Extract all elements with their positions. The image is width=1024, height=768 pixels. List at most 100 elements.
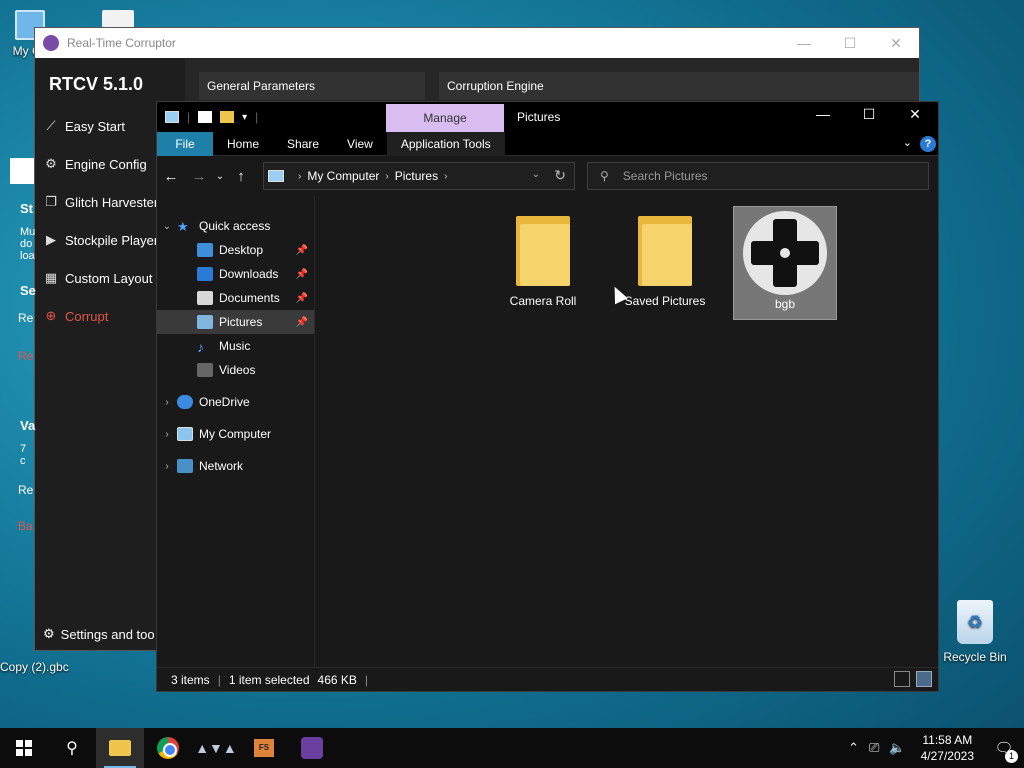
chevron-right-icon[interactable]: ›	[444, 171, 447, 182]
chevron-right-icon[interactable]: ›	[157, 397, 177, 408]
status-item-count: 3 items	[171, 672, 210, 687]
target-icon: ⊕	[45, 308, 57, 323]
separator: |	[255, 110, 259, 124]
start-button[interactable]	[0, 728, 48, 768]
help-icon[interactable]: ?	[920, 136, 936, 152]
rtcv-titlebar[interactable]: Real-Time Corruptor — ☐ ✕	[35, 28, 919, 58]
taskbar-rtcv[interactable]	[288, 728, 336, 768]
chevron-right-icon[interactable]: ›	[385, 171, 388, 182]
chevron-down-icon[interactable]: ⌄	[157, 221, 177, 232]
tab-application-tools[interactable]: Application Tools	[386, 131, 505, 156]
search-box[interactable]: ⚲ Search Pictures	[587, 162, 929, 190]
tree-item-pictures[interactable]: Pictures 📌	[157, 310, 314, 334]
tree-item-onedrive[interactable]: › OneDrive	[157, 390, 314, 414]
file-item-camera-roll[interactable]: Camera Roll	[491, 206, 595, 320]
status-selected: 1 item selected	[228, 672, 310, 687]
pictures-icon	[197, 315, 213, 329]
network-icon[interactable]: ⎚	[864, 740, 884, 756]
panel-corruption-engine: Corruption Engine	[439, 72, 919, 100]
close-button[interactable]: ✕	[892, 106, 938, 123]
recent-locations-button[interactable]: ⌄	[213, 171, 227, 182]
maximize-button[interactable]: ☐	[846, 106, 892, 123]
partial-text: Mu	[20, 226, 36, 238]
address-bar[interactable]: › My Computer › Pictures › ⌄ ↻	[263, 162, 575, 190]
file-item-saved-pictures[interactable]: Saved Pictures	[613, 206, 717, 320]
taskbar-app-triangles[interactable]: ▲▼▲	[192, 728, 240, 768]
documents-icon	[197, 291, 213, 305]
new-folder-icon[interactable]	[220, 111, 235, 123]
pin-icon[interactable]: 📌	[296, 245, 308, 256]
maximize-button[interactable]: ☐	[827, 35, 873, 52]
notifications-button[interactable]: 🗨 1	[984, 739, 1024, 763]
settings-label: Settings and too	[60, 626, 155, 642]
separator: |	[364, 672, 369, 687]
tab-file[interactable]: File	[157, 131, 213, 156]
pin-icon[interactable]: 📌	[296, 317, 308, 328]
desktop-icon-gbc-file[interactable]: Copy (2).gbc	[0, 660, 90, 674]
grid-icon: ▦	[44, 270, 58, 285]
tab-home[interactable]: Home	[213, 132, 273, 156]
taskbar-file-explorer[interactable]	[96, 728, 144, 768]
clock[interactable]: 11:58 AM 4/27/2023	[911, 732, 984, 764]
chevron-right-icon[interactable]: ›	[298, 171, 301, 182]
manage-context-tab[interactable]: Manage	[386, 104, 504, 132]
tree-item-downloads[interactable]: Downloads 📌	[157, 262, 314, 286]
search-icon: ⚲	[66, 740, 78, 757]
volume-icon[interactable]: 🔈	[884, 740, 910, 756]
tree-label: Documents	[219, 291, 280, 305]
tree-item-network[interactable]: › Network	[157, 454, 314, 478]
pin-icon[interactable]: 📌	[296, 293, 308, 304]
tree-item-quick-access[interactable]: ⌄ ★ Quick access	[157, 214, 314, 238]
search-input[interactable]: Search Pictures	[623, 169, 708, 183]
close-button[interactable]: ✕	[873, 35, 919, 52]
breadcrumb-pictures[interactable]: Pictures	[395, 169, 438, 183]
forward-button[interactable]: →	[185, 168, 213, 185]
partial-text: do	[20, 238, 33, 250]
chevron-right-icon[interactable]: ›	[157, 461, 177, 472]
desktop-icon-recycle-bin[interactable]: ♻ Recycle Bin	[940, 600, 1010, 664]
expand-ribbon-icon[interactable]: ⌄	[903, 136, 912, 149]
triangles-icon: ▲▼▲	[195, 740, 237, 756]
chevron-right-icon[interactable]: ›	[157, 429, 177, 440]
windows-logo-icon	[16, 740, 32, 756]
customize-toolbar-icon[interactable]: ▾	[242, 112, 247, 123]
taskbar-chrome[interactable]	[144, 728, 192, 768]
tree-item-my-computer[interactable]: › My Computer	[157, 422, 314, 446]
pin-icon[interactable]: 📌	[296, 269, 308, 280]
tab-view[interactable]: View	[333, 132, 387, 156]
minimize-button[interactable]: —	[800, 106, 846, 122]
gear-icon: ⚙	[43, 626, 55, 641]
layers-icon: ❐	[45, 194, 57, 209]
tree-item-desktop[interactable]: Desktop 📌	[157, 238, 314, 262]
navigation-pane: ⌄ ★ Quick access Desktop 📌 Downloads 📌 D…	[157, 196, 315, 667]
partial-text: St	[20, 201, 33, 216]
menu-label: Easy Start	[65, 118, 125, 134]
taskbar-fs-app[interactable]: FS	[240, 728, 288, 768]
refresh-icon[interactable]: ↻	[554, 167, 566, 184]
tab-share[interactable]: Share	[273, 132, 333, 156]
chevron-up-icon[interactable]: ⌃	[843, 740, 864, 756]
file-item-bgb[interactable]: bgb	[733, 206, 837, 320]
chevron-down-icon[interactable]: ⌄	[532, 169, 540, 180]
up-button[interactable]: ↑	[227, 168, 255, 185]
minimize-button[interactable]: —	[781, 35, 827, 51]
tree-item-videos[interactable]: Videos	[157, 358, 314, 382]
tree-item-documents[interactable]: Documents 📌	[157, 286, 314, 310]
rtcv-settings-button[interactable]: ⚙ Settings and too	[43, 626, 155, 642]
computer-icon	[177, 427, 193, 441]
search-button[interactable]: ⚲	[48, 728, 96, 768]
tree-item-music[interactable]: ♪ Music	[157, 334, 314, 358]
desktop-icon	[197, 243, 213, 257]
menu-label: Glitch Harvester	[65, 194, 159, 210]
clock-time: 11:58 AM	[922, 733, 973, 747]
breadcrumb-my-computer[interactable]: My Computer	[307, 169, 379, 183]
details-view-icon[interactable]	[894, 671, 910, 687]
partial-text: loa	[20, 250, 35, 262]
explorer-titlebar[interactable]: | ▾ | Manage Pictures — ☐ ✕	[157, 102, 938, 132]
properties-icon[interactable]	[198, 111, 213, 123]
partial-text: Re	[18, 483, 34, 497]
large-icons-view-icon[interactable]	[916, 671, 932, 687]
back-button[interactable]: ←	[157, 168, 185, 185]
recycle-bin-icon: ♻	[957, 600, 993, 644]
ribbon-tabs: File Home Share View Application Tools ⌄…	[157, 131, 938, 156]
